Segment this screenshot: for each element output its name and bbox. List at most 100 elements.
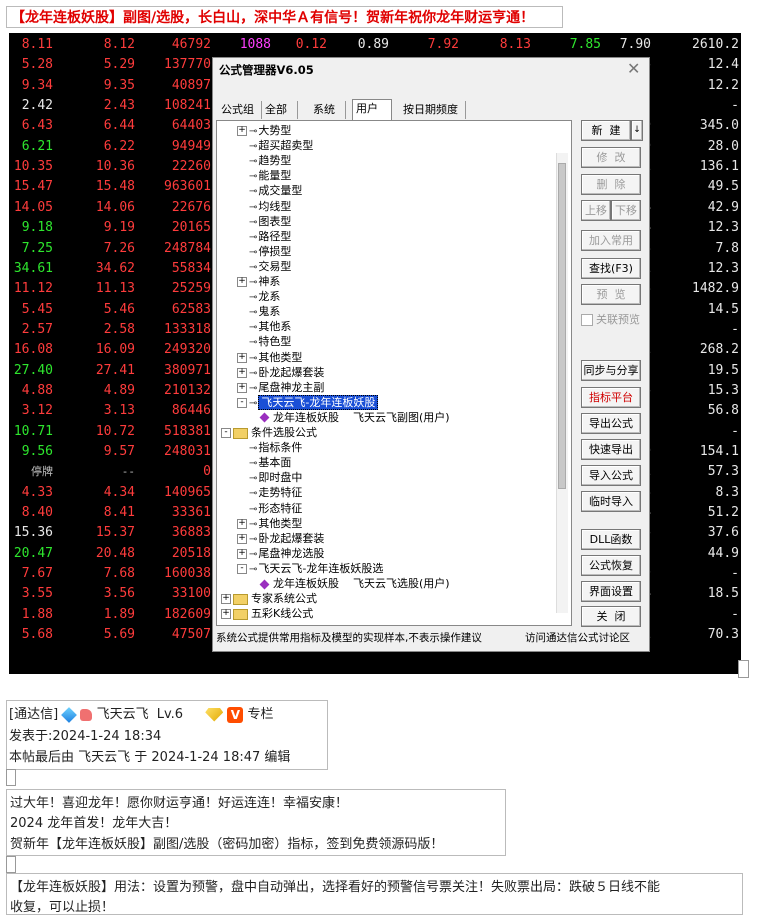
tree-label: 龙系 [258,290,281,304]
tree-group[interactable]: ⊸走势特征 [237,485,302,501]
expand-icon[interactable]: + [221,594,231,605]
tree-group[interactable]: - ⊸ 飞天云飞-龙年连板妖股 [237,394,379,411]
tab-by-frequency[interactable]: 按日期频度 [400,101,466,119]
collapse-icon[interactable]: - [237,563,247,574]
tree-label: 其他系 [258,320,292,334]
expand-icon[interactable]: + [237,382,247,393]
tree-label: 其他类型 [258,516,303,530]
tree-scrollbar[interactable] [556,153,568,613]
checkbox-box[interactable] [581,314,593,326]
key-icon: ⊸ [249,156,258,168]
dialog-title: 公式管理器V6.05 [213,58,649,82]
restore-formula-button[interactable]: 公式恢复 [581,555,641,576]
key-icon: ⊸ [249,171,258,183]
tree-label: 龙年连板妖股 飞天云飞选股(用户) [273,577,450,590]
tree-formula[interactable]: 龙年连板妖股 飞天云飞选股(用户) [259,576,450,592]
tree-label: 条件选股公式 [251,426,317,439]
tree-group[interactable]: ⊸超买超卖型 [237,138,313,154]
tree-group[interactable]: ⊸其他系 [237,319,291,335]
collapse-icon[interactable]: - [237,397,247,408]
tree-group[interactable]: - ⊸飞天云飞-龙年连板妖股选 [237,561,383,577]
tree-folder[interactable]: - 条件选股公式 [221,425,317,441]
column-link[interactable]: 专栏 [248,707,274,722]
tree-group[interactable]: ⊸趋势型 [237,153,291,169]
preview-button[interactable]: 预 览 [581,284,641,305]
expand-icon[interactable]: + [237,548,247,559]
author-name[interactable]: 飞天云飞 [97,707,149,722]
temp-import-button[interactable]: 临时导入 [581,491,641,512]
key-icon: ⊸ [249,277,258,288]
tree-label: 神系 [258,275,281,288]
tree-group[interactable]: ⊸均线型 [237,199,291,215]
scrollbar-thumb[interactable] [558,163,566,489]
move-down-button[interactable]: 下移 [611,200,641,221]
key-icon: ⊸ [249,307,258,319]
dll-function-button[interactable]: DLL函数 [581,529,641,550]
tree-group[interactable]: + ⊸卧龙起爆套装 [237,531,324,547]
tree-group[interactable]: ⊸鬼系 [237,304,280,320]
key-icon: ⊸ [249,231,258,243]
tree-group[interactable]: ⊸停损型 [237,244,291,260]
tab-user[interactable]: 用户 [352,99,392,120]
key-icon: ⊸ [249,488,258,500]
new-dropdown-icon[interactable]: ↓ [631,120,643,141]
close-icon[interactable]: ✕ [627,60,641,78]
tree-formula[interactable]: 龙年连板妖股 飞天云飞副图(用户) [259,410,450,426]
tree-label: 特色型 [258,335,292,349]
find-button[interactable]: 查找(F3) [581,258,641,279]
tree-group[interactable]: ⊸能量型 [237,168,291,184]
expand-icon[interactable]: + [237,277,247,287]
tree-group[interactable]: ⊸指标条件 [237,440,302,456]
tree-group[interactable]: + ⊸大势型 [237,123,291,139]
ui-settings-button[interactable]: 界面设置 [581,581,641,602]
image-resize-handle[interactable] [738,660,749,678]
tree-label: 基本面 [258,456,292,470]
tree-group[interactable]: + ⊸其他类型 [237,516,302,532]
sync-share-button[interactable]: 同步与分享 [581,360,641,381]
expand-icon[interactable]: + [237,352,247,363]
expand-icon[interactable]: + [237,533,247,544]
preview-link-checkbox[interactable]: 关联预览 [581,311,640,327]
tree-group[interactable]: ⊸路径型 [237,229,291,245]
export-formula-button[interactable]: 导出公式 [581,413,641,434]
import-formula-button[interactable]: 导入公式 [581,465,641,486]
tree-group[interactable]: + ⊸其他类型 [237,350,302,366]
formula-icon [259,412,270,423]
tree-label: 飞天云飞-龙年连板妖股选 [258,561,384,575]
tree-folder[interactable]: + 五彩K线公式 [221,606,313,622]
tree-group[interactable]: + ⊸尾盘神龙主副 [237,380,324,396]
tab-formula-group[interactable]: 公式组 [218,101,262,119]
tab-system[interactable]: 系统 [310,101,346,119]
close-button[interactable]: 关 闭 [581,606,641,627]
tab-all[interactable]: 全部 [262,101,298,119]
edit-button[interactable]: 修 改 [581,147,641,168]
move-up-button[interactable]: 上移 [581,200,611,221]
new-button[interactable]: 新 建 [581,120,631,141]
tree-group[interactable]: ⊸基本面 [237,455,291,471]
collapse-icon[interactable]: - [221,428,231,438]
formula-tree[interactable]: + ⊸大势型 ⊸超买超卖型 ⊸趋势型 ⊸能量型 ⊸成交量型 ⊸均线型 ⊸图表型 ⊸路径型 ⊸停损型… [216,120,572,626]
expand-icon[interactable]: + [237,126,247,136]
expand-icon[interactable]: + [221,609,231,620]
tree-group[interactable]: + ⊸神系 [237,274,280,290]
tree-folder[interactable]: + 专家系统公式 [221,591,317,607]
forum-link[interactable]: 访问通达信公式讨论区 [525,630,630,645]
gold-gem-icon [205,707,224,722]
tree-group[interactable]: ⊸龙系 [237,289,280,305]
indicator-platform-button[interactable]: 指标平台 [581,387,641,408]
expand-icon[interactable]: + [237,518,247,529]
add-favorite-button[interactable]: 加入常用 [581,230,641,251]
key-icon: ⊸ [249,352,258,364]
key-icon: ⊸ [249,503,258,515]
quick-export-button[interactable]: 快速导出 [581,439,641,460]
tree-group[interactable]: ⊸形态特征 [237,501,302,517]
delete-button[interactable]: 删 除 [581,174,641,195]
tree-group[interactable]: + ⊸卧龙起爆套装 [237,365,324,381]
tree-group[interactable]: ⊸即时盘中 [237,470,302,486]
tree-group[interactable]: ⊸成交量型 [237,183,302,199]
tree-group[interactable]: ⊸图表型 [237,214,291,230]
tree-group[interactable]: + ⊸尾盘神龙选股 [237,546,324,562]
tree-group[interactable]: ⊸特色型 [237,334,291,350]
tree-group[interactable]: ⊸交易型 [237,259,291,275]
expand-icon[interactable]: + [237,367,247,378]
